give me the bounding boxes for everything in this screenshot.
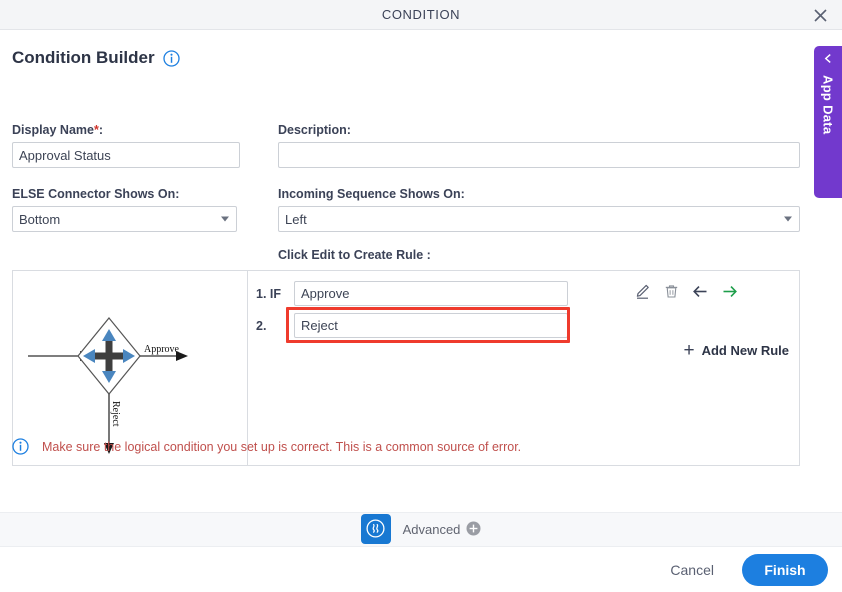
description-input[interactable]: [278, 142, 800, 168]
condition-dialog: CONDITION Condition Builder Display Name: [0, 0, 842, 592]
display-name-label-text: Display Name: [12, 123, 94, 137]
else-connector-group: ELSE Connector Shows On: Bottom: [12, 187, 237, 232]
else-connector-value: Bottom: [19, 211, 61, 227]
page-title-row: Condition Builder: [12, 48, 180, 68]
dialog-body: Condition Builder Display Name*: Descrip…: [0, 30, 842, 512]
chevron-down-icon: [221, 216, 229, 222]
else-connector-label: ELSE Connector Shows On:: [12, 187, 180, 201]
incoming-sequence-select[interactable]: Left: [278, 206, 800, 232]
description-label: Description:: [278, 123, 351, 137]
display-name-label-colon: :: [98, 123, 104, 137]
warning-row: Make sure the logical condition you set …: [12, 438, 521, 455]
incoming-sequence-value: Left: [285, 211, 307, 227]
move-cursor-icon: [83, 329, 135, 383]
info-circle-icon: [12, 438, 29, 455]
incoming-sequence-label: Incoming Sequence Shows On:: [278, 187, 465, 201]
incoming-sequence-group: Incoming Sequence Shows On: Left: [278, 187, 800, 232]
plus-circle-icon[interactable]: [466, 521, 481, 539]
display-name-label: Display Name*:: [12, 123, 240, 137]
plus-icon: +: [683, 340, 695, 361]
warning-text: Make sure the logical condition you set …: [42, 439, 522, 454]
description-group: Description:: [278, 123, 800, 168]
rule-row: 1. IF: [256, 281, 568, 306]
close-icon[interactable]: [808, 3, 832, 27]
advanced-bar: Advanced: [0, 512, 842, 547]
svg-text:Reject: Reject: [110, 401, 121, 427]
gateway-diagram-preview[interactable]: Approve Reject: [13, 271, 248, 465]
add-new-rule-label: Add New Rule: [701, 343, 789, 358]
chevron-down-icon: [784, 216, 792, 222]
dialog-titlebar: CONDITION: [0, 0, 842, 30]
info-circle-icon[interactable]: [162, 49, 180, 67]
rule-number: 1. IF: [256, 286, 282, 301]
page-title: Condition Builder: [12, 48, 155, 67]
arrow-left-icon[interactable]: [692, 283, 709, 300]
display-name-group: Display Name*:: [12, 123, 240, 168]
svg-text:Approve: Approve: [144, 344, 180, 355]
rule-action-toolbar: [634, 283, 738, 300]
else-connector-select[interactable]: Bottom: [12, 206, 237, 232]
chevron-left-icon: [823, 53, 834, 66]
edit-rule-icon[interactable]: [634, 283, 651, 300]
app-data-label: App Data: [820, 75, 836, 135]
arrow-right-icon[interactable]: [721, 283, 738, 300]
dialog-title: CONDITION: [381, 7, 461, 22]
finish-button[interactable]: Finish: [742, 553, 828, 586]
rule-panel: Approve Reject 1. IF 2.: [12, 270, 800, 466]
display-name-input[interactable]: [12, 142, 240, 168]
rule-value-input[interactable]: [294, 281, 568, 306]
click-edit-hint: Click Edit to Create Rule :: [278, 248, 431, 262]
app-data-tab[interactable]: App Data: [814, 46, 842, 198]
cancel-button[interactable]: Cancel: [664, 561, 720, 579]
add-new-rule-button[interactable]: + Add New Rule: [683, 341, 789, 360]
rule-list: 1. IF 2.: [248, 271, 799, 465]
rule-value-input[interactable]: [294, 313, 568, 338]
rule-row: 2.: [256, 313, 568, 338]
advanced-toggle[interactable]: Advanced: [403, 521, 482, 539]
delete-rule-icon[interactable]: [663, 283, 680, 300]
dialog-footer: Cancel Finish: [0, 547, 842, 592]
wave-circle-icon[interactable]: [360, 513, 391, 544]
advanced-label: Advanced: [402, 522, 461, 537]
rule-number: 2.: [256, 318, 267, 333]
